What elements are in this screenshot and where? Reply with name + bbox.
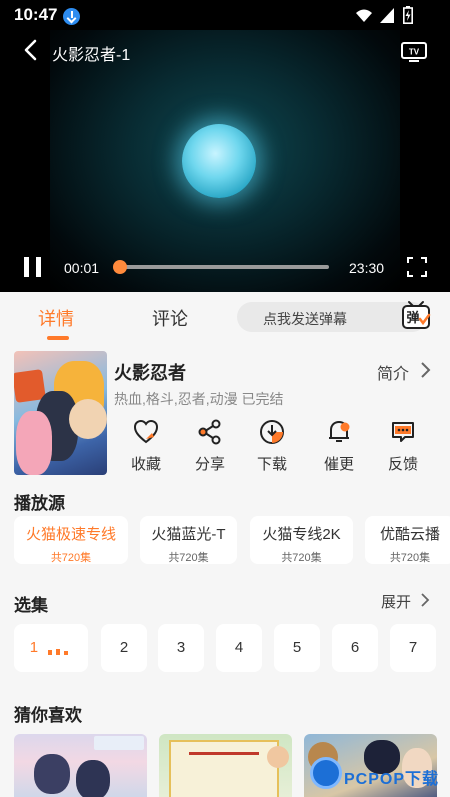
total-time: 23:30 [349, 260, 385, 276]
tab-indicator [47, 336, 69, 340]
source-name: 火猫蓝光-T [151, 526, 226, 543]
back-arrow-icon[interactable] [20, 38, 44, 62]
share-icon [198, 419, 221, 445]
watermark-icon [310, 757, 342, 789]
pause-button[interactable] [24, 257, 42, 277]
episode-item[interactable]: 5 [274, 624, 320, 672]
progress-thumb[interactable] [113, 260, 128, 274]
download-button[interactable]: 下载 [250, 419, 294, 474]
video-moon-image [182, 124, 256, 198]
urge-update-button[interactable]: 催更 [317, 419, 361, 474]
share-button[interactable]: 分享 [188, 419, 232, 474]
danmaku-input[interactable]: 点我发送弹幕 [237, 302, 427, 332]
share-label: 分享 [194, 456, 225, 473]
feedback-button[interactable]: 反馈 [381, 419, 425, 474]
video-player[interactable]: 10:47 火影忍者-1 TV 00:01 23:30 [0, 0, 450, 292]
favorite-button[interactable]: 收藏 [124, 419, 168, 474]
recommend-title: 猜你喜欢 [14, 706, 82, 725]
source-count: 共720集 [281, 552, 322, 564]
chevron-right-icon[interactable] [419, 592, 431, 608]
video-title: 火影忍者-1 [52, 47, 131, 64]
source-name: 优酷云播 [379, 526, 440, 543]
intro-link[interactable]: 简介 [377, 360, 409, 384]
recommend-item[interactable] [14, 734, 147, 797]
episodes-title: 选集 [14, 596, 48, 615]
anime-cover-image[interactable] [14, 351, 107, 475]
anime-tags: 热血,格斗,忍者,动漫 已完结 [114, 391, 284, 407]
episode-number: 1 [29, 639, 39, 656]
favorite-label: 收藏 [130, 456, 161, 473]
episode-item[interactable]: 1 [14, 624, 88, 672]
danmaku-icon[interactable]: 弹 [400, 300, 432, 330]
download-label: 下载 [256, 456, 287, 473]
signal-icon [380, 8, 394, 23]
tab-bar: 详情 评论 点我发送弹幕 弹 [0, 292, 450, 340]
bell-icon [329, 420, 350, 442]
source-item[interactable]: 火猫极速专线 共720集 [14, 516, 128, 564]
episode-item[interactable]: 6 [332, 624, 378, 672]
urge-update-label: 催更 [323, 456, 354, 473]
current-time: 00:01 [64, 260, 100, 276]
sources-title: 播放源 [14, 494, 65, 513]
source-count: 共720集 [50, 552, 92, 564]
source-item[interactable]: 火猫专线2K 共720集 [250, 516, 353, 564]
expand-link[interactable]: 展开 [381, 591, 411, 612]
source-name: 火猫极速专线 [25, 526, 116, 543]
feedback-label: 反馈 [387, 456, 418, 473]
source-list: 火猫极速专线 共720集 火猫蓝光-T 共720集 火猫专线2K 共720集 优… [14, 516, 450, 564]
heart-icon [133, 419, 159, 444]
tab-comments[interactable]: 评论 [152, 305, 188, 331]
source-item[interactable]: 优酷云播 共720集 [365, 516, 450, 564]
svg-text:TV: TV [409, 48, 420, 57]
source-name: 火猫专线2K [262, 526, 341, 543]
playing-indicator-icon [48, 649, 69, 655]
battery-icon [403, 6, 413, 24]
download-icon [260, 420, 284, 444]
episode-item[interactable]: 3 [158, 624, 204, 672]
tv-cast-icon[interactable]: TV [401, 40, 427, 62]
fullscreen-icon[interactable] [407, 257, 427, 277]
chevron-right-icon[interactable] [418, 361, 432, 379]
feedback-icon [392, 422, 414, 442]
watermark-logo: PCPOP下载 [304, 753, 450, 797]
episode-item[interactable]: 2 [101, 624, 147, 672]
status-bar: 10:47 [0, 0, 450, 30]
status-time: 10:47 [14, 5, 58, 24]
source-count: 共720集 [168, 552, 209, 564]
episode-list: 1 2 3 4 5 6 7 [14, 624, 450, 674]
recommend-item[interactable] [159, 734, 292, 797]
source-item[interactable]: 火猫蓝光-T 共720集 [140, 516, 237, 564]
progress-bar[interactable] [113, 260, 329, 274]
tab-details[interactable]: 详情 [38, 305, 74, 331]
danmaku-button-label: 弹 [406, 310, 419, 326]
watermark-text: PCPOP下载 [344, 771, 440, 788]
episode-item[interactable]: 4 [216, 624, 262, 672]
source-count: 共720集 [389, 552, 431, 564]
detail-sheet: 详情 评论 点我发送弹幕 弹 火影忍者 简介 热血,格斗,忍者,动漫 已完结 收… [0, 292, 450, 797]
download-notification-icon [63, 8, 80, 25]
episode-item[interactable]: 7 [390, 624, 436, 672]
anime-title: 火影忍者 [114, 363, 186, 383]
wifi-icon [356, 9, 372, 22]
